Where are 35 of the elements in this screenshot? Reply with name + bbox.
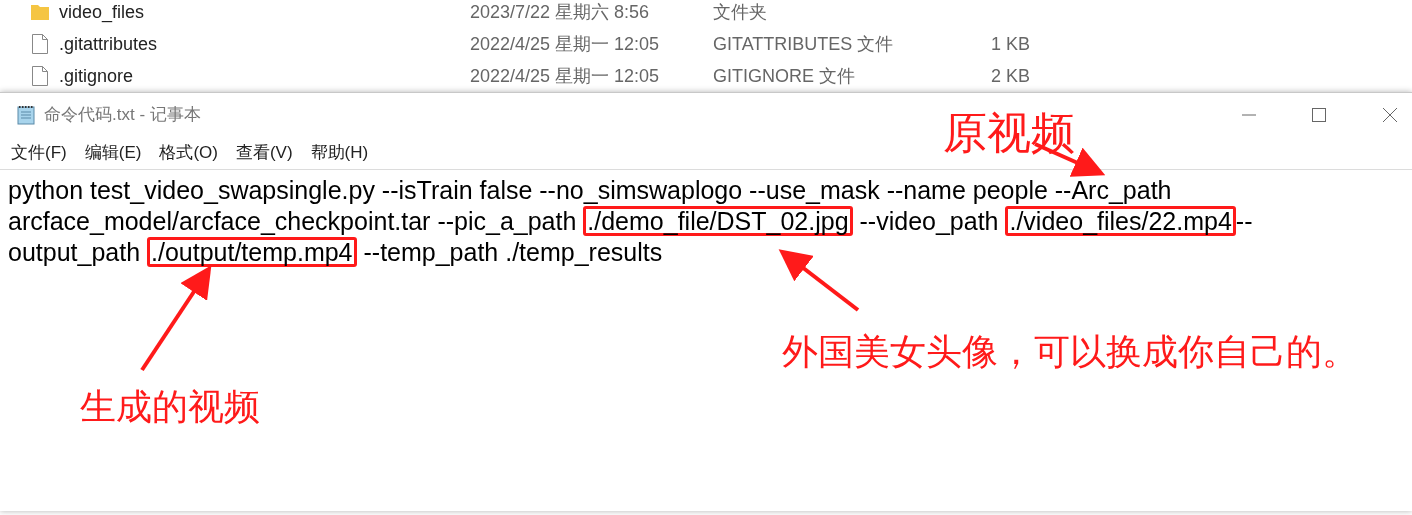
file-name: video_files — [59, 1, 145, 22]
file-type: 文件夹 — [713, 1, 767, 22]
command-text: --video_path — [858, 205, 1000, 236]
close-icon[interactable] — [1382, 107, 1398, 123]
file-name: .gitattributes — [59, 33, 158, 54]
annotation-label: 原视频 — [943, 108, 1075, 158]
file-name: .gitignore — [59, 65, 134, 86]
modified-date: 2022/4/25 星期一 12:05 — [470, 65, 660, 86]
maximize-icon[interactable] — [1312, 108, 1326, 122]
command-text: python test_video_swapsingle.py --isTrain false --no_simswaplogo --use_mask --name people --Arc_path — [8, 174, 1172, 205]
file-icon — [32, 34, 48, 54]
file-size: 1 KB — [990, 33, 1030, 54]
command-text: -- — [1235, 205, 1253, 236]
window-title: 命令代码.txt - 记事本 — [44, 104, 201, 127]
file-size: 2 KB — [990, 65, 1030, 86]
folder-icon — [31, 4, 49, 20]
file-icon — [32, 66, 48, 86]
notepad-icon — [16, 105, 36, 125]
highlighted-path: ./output/temp.mp4 — [147, 236, 357, 267]
file-type: GITIGNORE 文件 — [713, 65, 855, 86]
highlighted-path: ./video_files/22.mp4 — [1005, 205, 1236, 236]
command-text: arcface_model/arcface_checkpoint.tar --pic_a_path — [8, 205, 578, 236]
modified-date: 2022/4/25 星期一 12:05 — [470, 33, 660, 54]
menu-item[interactable]: 文件(F) — [2, 140, 76, 166]
command-text: --temp_path ./temp_results — [362, 236, 663, 267]
file-type: GITATTRIBUTES 文件 — [713, 33, 894, 54]
command-text: output_path — [8, 236, 142, 267]
annotation-label: 生成的视频 — [80, 385, 260, 429]
menu-item[interactable]: 帮助(H) — [301, 140, 378, 166]
menu-item[interactable]: 编辑(E) — [75, 140, 151, 166]
modified-date: 2023/7/22 星期六 8:56 — [470, 1, 650, 22]
menu-item[interactable]: 格式(O) — [150, 140, 227, 166]
highlighted-path: ./demo_file/DST_02.jpg — [583, 205, 853, 236]
annotation-label: 外国美女头像，可以换成你自己的。 — [782, 330, 1358, 374]
menu-item[interactable]: 查看(V) — [226, 140, 302, 166]
